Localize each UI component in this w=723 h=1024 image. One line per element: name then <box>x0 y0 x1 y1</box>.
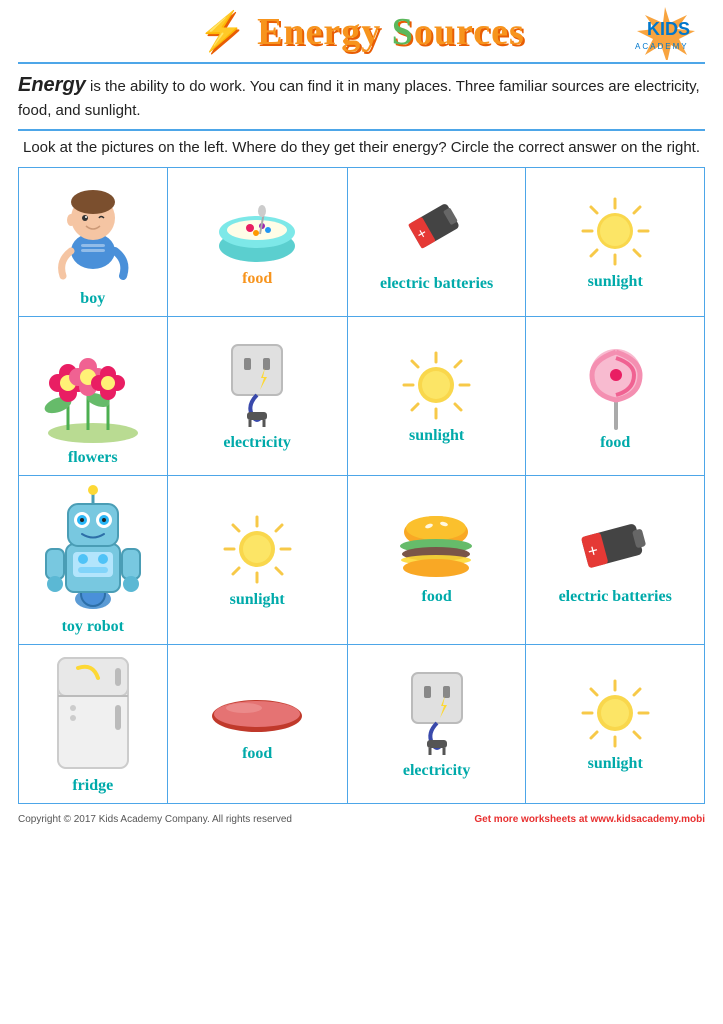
flowers-label: flowers <box>23 449 163 467</box>
answer-cell-boy-food[interactable]: food <box>167 168 347 317</box>
bowl-image <box>172 196 343 266</box>
kids-academy-logo: KIDS ACADEMY <box>625 5 705 65</box>
outlet-image <box>172 340 343 430</box>
table-row: flowers <box>19 317 705 476</box>
answer-cell-robot-batteries[interactable]: + electric batteries <box>526 476 705 645</box>
sunlight-label-boy: sunlight <box>530 273 700 291</box>
copyright-text: Copyright © 2017 Kids Academy Company. A… <box>18 814 292 825</box>
answer-cell-robot-sunlight[interactable]: sunlight <box>167 476 347 645</box>
subject-cell-flowers: flowers <box>19 317 168 476</box>
fridge-image <box>23 653 163 773</box>
subject-cell-robot: toy robot <box>19 476 168 645</box>
page-title: ⚡ Energy Sources <box>198 10 525 54</box>
description-divider <box>18 129 705 131</box>
boy-image <box>23 176 163 286</box>
flowers-image <box>23 325 163 445</box>
table-row: fridge food <box>19 645 705 804</box>
robot-label: toy robot <box>23 618 163 636</box>
lollipop-image <box>530 340 700 430</box>
battery-image: + <box>352 191 522 271</box>
page-footer: Copyright © 2017 Kids Academy Company. A… <box>18 814 705 825</box>
table-row: toy robot <box>19 476 705 645</box>
answer-cell-flowers-sunlight[interactable]: sunlight <box>347 317 526 476</box>
sausage-image <box>172 686 343 741</box>
electricity-label-flowers: electricity <box>172 434 343 452</box>
outlet2-image <box>352 668 522 758</box>
food-label-boy: food <box>172 270 343 288</box>
food-label-fridge: food <box>172 745 343 763</box>
burger-image <box>352 514 522 584</box>
sunlight-label-flowers: sunlight <box>352 427 522 445</box>
answer-cell-fridge-sunlight[interactable]: sunlight <box>526 645 705 804</box>
sun-image-fridge <box>530 676 700 751</box>
fridge-label: fridge <box>23 777 163 795</box>
subject-cell-fridge: fridge <box>19 645 168 804</box>
page-header: ⚡ Energy Sources KIDS ACADEMY <box>18 10 705 54</box>
answer-cell-fridge-electricity[interactable]: electricity <box>347 645 526 804</box>
sunlight-label-fridge: sunlight <box>530 755 700 773</box>
batteries-label-robot: electric batteries <box>530 588 700 606</box>
description-text: is the ability to do work. You can find … <box>18 78 700 119</box>
sun-image-flowers <box>352 348 522 423</box>
sunlight-label-robot: sunlight <box>172 591 343 609</box>
answer-cell-flowers-food[interactable]: food <box>526 317 705 476</box>
electricity-label-fridge: electricity <box>352 762 522 780</box>
table-row: boy <box>19 168 705 317</box>
answer-cell-boy-batteries[interactable]: + electric batteries <box>347 168 526 317</box>
bold-energy: Energy <box>18 74 86 96</box>
header-divider <box>18 62 705 64</box>
robot-image <box>23 484 163 614</box>
svg-text:ACADEMY: ACADEMY <box>635 42 689 51</box>
energy-description: Energy is the ability to do work. You ca… <box>18 70 705 123</box>
answer-cell-fridge-food[interactable]: food <box>167 645 347 804</box>
sun-image-robot <box>172 512 343 587</box>
svg-text:KIDS: KIDS <box>647 19 690 39</box>
energy-grid: boy <box>18 167 705 804</box>
instruction-text: Look at the pictures on the left. Where … <box>18 137 705 160</box>
battery2-image: + <box>530 514 700 584</box>
batteries-label-boy: electric batteries <box>352 275 522 293</box>
website-link[interactable]: Get more worksheets at www.kidsacademy.m… <box>474 814 705 825</box>
answer-cell-flowers-electricity[interactable]: electricity <box>167 317 347 476</box>
answer-cell-boy-sunlight[interactable]: sunlight <box>526 168 705 317</box>
food-label-robot: food <box>352 588 522 606</box>
sun-image-boy <box>530 194 700 269</box>
answer-cell-robot-food[interactable]: food <box>347 476 526 645</box>
boy-label: boy <box>23 290 163 308</box>
subject-cell-boy: boy <box>19 168 168 317</box>
food-label-flowers: food <box>530 434 700 452</box>
